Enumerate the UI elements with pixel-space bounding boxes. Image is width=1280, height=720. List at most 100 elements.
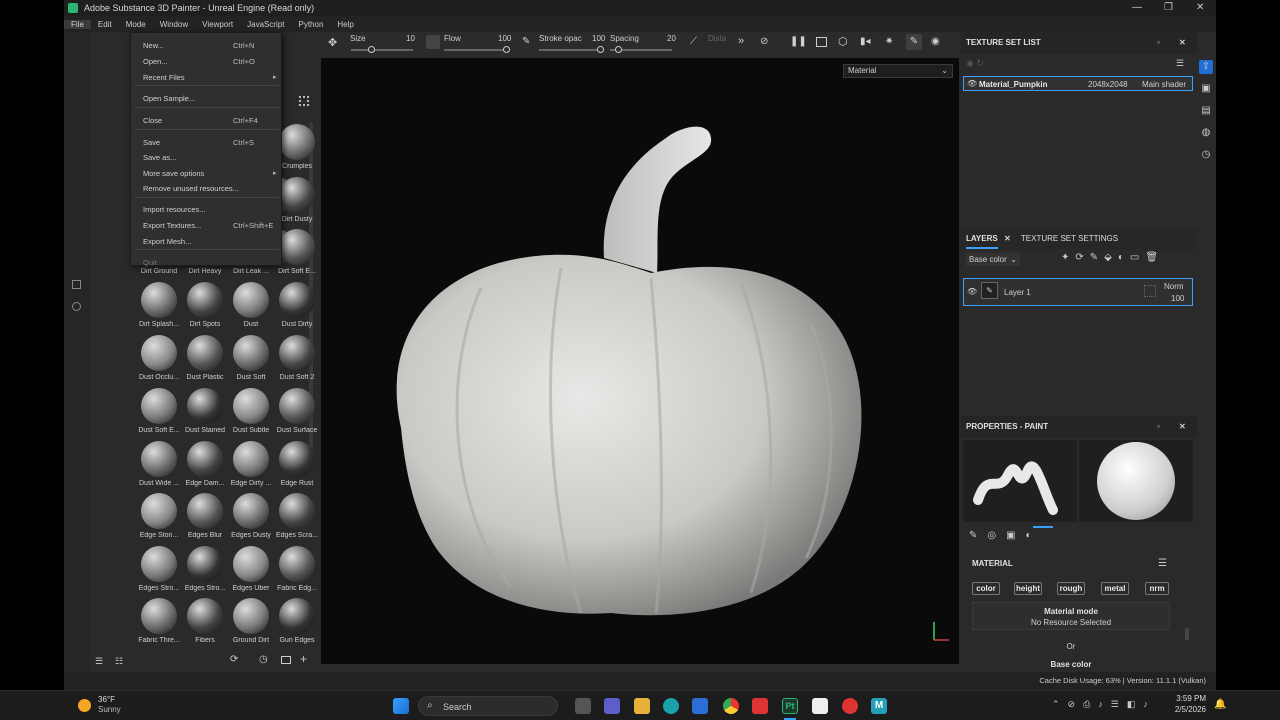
symmetry-icon[interactable]: ✥ — [328, 36, 337, 49]
file-menu-item[interactable]: More save options — [143, 169, 204, 178]
shelf-thumbnail[interactable] — [279, 282, 315, 318]
shelf-thumbnail[interactable] — [233, 441, 269, 477]
weather-temp[interactable]: 36°F — [98, 695, 115, 704]
app-m-icon[interactable]: M — [871, 698, 887, 714]
shelf-thumbnail[interactable] — [279, 598, 315, 634]
flow-slider-knob[interactable] — [503, 46, 510, 53]
app-white-icon[interactable] — [812, 698, 828, 714]
flow-slider-track[interactable] — [444, 49, 506, 51]
flow-value[interactable]: 100 — [498, 34, 511, 43]
file-menu-item[interactable]: Close — [143, 116, 162, 125]
screenshot-icon[interactable]: ◉ — [931, 36, 940, 47]
size-slider-knob[interactable] — [368, 46, 375, 53]
material-menu-icon[interactable]: ☰ — [1158, 558, 1167, 569]
spacing-value[interactable]: 20 — [667, 34, 676, 43]
file-menu-item[interactable]: Import resources... — [143, 205, 206, 214]
shelf-thumbnail[interactable] — [187, 546, 223, 582]
stroke-brush-icon[interactable]: ✎ — [522, 36, 530, 47]
minimize-icon[interactable]: — — [1132, 2, 1142, 13]
shelf-thumbnail[interactable] — [141, 335, 177, 371]
channel-metal-button[interactable]: metal — [1101, 582, 1129, 595]
channel-select[interactable]: Base color ⌄ — [966, 253, 1020, 266]
tab-texture-set-settings[interactable]: TEXTURE SET SETTINGS — [1021, 234, 1118, 243]
shelf-thumbnail[interactable] — [233, 388, 269, 424]
3d-viewport[interactable]: Material ⌄ — [321, 58, 959, 664]
pause-icon[interactable]: ❚❚ — [790, 36, 807, 47]
shelf-thumbnail[interactable] — [141, 441, 177, 477]
tool-icon[interactable] — [72, 280, 81, 289]
file-menu-item[interactable]: New... — [143, 41, 164, 50]
layer-name[interactable]: Layer 1 — [1004, 288, 1031, 297]
blend-mode[interactable]: Norm — [1164, 282, 1184, 291]
shelf-thumbnail[interactable] — [187, 493, 223, 529]
texture-set-row[interactable]: 👁 Material_Pumpkin 2048x2048 Main shader — [963, 76, 1193, 91]
channel-color-button[interactable]: color — [972, 582, 1000, 595]
menu-window[interactable]: Window — [153, 20, 195, 29]
shelf-thumbnail[interactable] — [141, 493, 177, 529]
texture-set-menu-icon[interactable]: ☰ — [1176, 58, 1184, 69]
add-icon[interactable]: + — [300, 652, 307, 666]
file-explorer-icon[interactable] — [634, 698, 650, 714]
cube-icon[interactable]: ⬡ — [838, 35, 848, 48]
file-menu-item[interactable]: Recent Files — [143, 73, 185, 82]
float-icon[interactable]: ▫ — [1157, 416, 1160, 438]
menu-help[interactable]: Help — [330, 20, 360, 29]
filter-icon[interactable]: ☷ — [115, 656, 123, 667]
chrome-icon[interactable] — [723, 698, 739, 714]
history-icon[interactable]: ◷ — [1199, 148, 1213, 162]
weather-condition[interactable]: Sunny — [98, 705, 121, 714]
shelf-thumbnail[interactable] — [233, 546, 269, 582]
menu-viewport[interactable]: Viewport — [195, 20, 240, 29]
file-menu-item[interactable]: Open... — [143, 57, 168, 66]
shader-settings-icon[interactable]: ◍ — [1199, 126, 1213, 140]
shelf-thumbnail[interactable] — [279, 335, 315, 371]
app-red-icon[interactable] — [752, 698, 768, 714]
file-menu-item[interactable]: Remove unused resources... — [143, 184, 239, 193]
folder-icon[interactable] — [281, 656, 291, 664]
refresh-icon[interactable]: ⟳ — [230, 654, 238, 665]
shelf-thumbnail[interactable] — [187, 335, 223, 371]
shelf-thumbnail[interactable] — [187, 282, 223, 318]
clock-date[interactable]: 2/5/2026 — [1160, 705, 1206, 714]
property-tabs-icons[interactable]: ✎◎▣◐ — [969, 530, 1042, 541]
lazy-mouse-icon[interactable]: ⟋ — [690, 36, 697, 47]
layer-opacity[interactable]: 100 — [1171, 294, 1184, 303]
task-view-icon[interactable] — [575, 698, 591, 714]
menu-mode[interactable]: Mode — [119, 20, 153, 29]
menu-edit[interactable]: Edit — [91, 20, 119, 29]
file-menu-item[interactable]: Save as... — [143, 153, 176, 162]
shelf-thumbnail[interactable] — [279, 177, 315, 213]
visibility-icon[interactable]: ◉ ↻ — [966, 58, 984, 69]
list-view-icon[interactable]: ☰ — [95, 656, 103, 667]
size-value[interactable]: 10 — [406, 34, 415, 43]
thumbnail-size-icon[interactable] — [299, 96, 309, 106]
shelf-thumbnail[interactable] — [141, 598, 177, 634]
app-circle-icon[interactable] — [842, 698, 858, 714]
layer-row[interactable]: 👁 ✎ Layer 1 Norm 100 — [963, 278, 1193, 306]
channel-rough-button[interactable]: rough — [1057, 582, 1085, 595]
restore-icon[interactable]: ❐ — [1164, 2, 1173, 13]
shelf-thumbnail[interactable] — [141, 388, 177, 424]
file-menu-item[interactable]: Save — [143, 138, 160, 147]
stroke-slider-track[interactable] — [539, 49, 601, 51]
eye-icon[interactable]: 👁 — [967, 79, 977, 88]
stroke-slider-knob[interactable] — [597, 46, 604, 53]
store-icon[interactable] — [692, 698, 708, 714]
shelf-thumbnail[interactable] — [187, 388, 223, 424]
shelf-thumbnail[interactable] — [279, 124, 315, 160]
display-settings-icon[interactable]: ▣ — [1199, 82, 1213, 96]
log-icon[interactable]: ▤ — [1199, 104, 1213, 118]
shelf-thumbnail[interactable] — [279, 546, 315, 582]
shelf-thumbnail[interactable] — [187, 441, 223, 477]
shelf-thumbnail[interactable] — [279, 441, 315, 477]
close-panel-icon[interactable]: ✕ — [1179, 32, 1186, 54]
system-tray-icons[interactable]: ⌃⊘⎙♪☰◧♪ — [1052, 699, 1156, 710]
shelf-thumbnail[interactable] — [279, 493, 315, 529]
close-layers-icon[interactable]: ✕ — [1004, 234, 1011, 243]
paint-mode-icon[interactable]: ✎ — [906, 34, 922, 50]
teams-icon[interactable] — [604, 698, 620, 714]
layer-tools-icons[interactable]: ✦⟳✎⬙◐▭🗑 — [1061, 252, 1164, 263]
float-icon[interactable]: ▫ — [1157, 32, 1160, 54]
layer-eye-icon[interactable]: 👁 — [967, 287, 977, 296]
material-mode-box[interactable]: Material mode No Resource Selected — [972, 602, 1170, 630]
